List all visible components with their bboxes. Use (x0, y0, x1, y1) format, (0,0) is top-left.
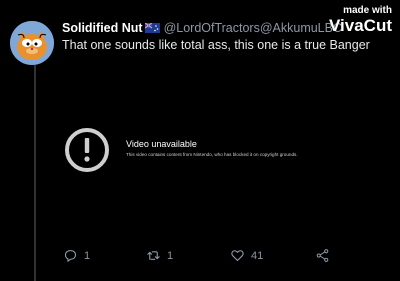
action-bar: 1 1 41 (0, 248, 400, 268)
reply-icon (64, 249, 77, 263)
share-button[interactable] (315, 248, 330, 263)
tweet-text: That one sounds like total ass, this one… (62, 38, 370, 52)
video-unavailable-message: This video contains content from Nintend… (126, 152, 298, 157)
watermark: made with VivaCut (329, 5, 392, 36)
watermark-brand: VivaCut (329, 16, 392, 35)
alert-icon (65, 128, 109, 172)
display-name[interactable]: Solidified Nut (62, 21, 143, 35)
retweet-count: 1 (167, 249, 174, 262)
retweet-button[interactable]: 1 (146, 248, 173, 263)
heart-icon (231, 250, 244, 262)
avatar[interactable] (10, 21, 54, 65)
share-icon (316, 249, 329, 262)
like-count: 41 (251, 249, 264, 262)
retweet-icon (147, 251, 160, 260)
reply-count: 1 (84, 249, 91, 262)
flag-icon (144, 23, 160, 33)
handle[interactable]: @LordOfTractors@AkkumuLBC (164, 21, 342, 35)
tweet-header: Solidified Nut @LordOfTractors@AkkumuLBC (62, 21, 342, 35)
video-unavailable-title: Video unavailable (126, 139, 197, 149)
like-button[interactable]: 41 (230, 248, 263, 263)
garfield-avatar-icon (10, 21, 54, 65)
reply-button[interactable]: 1 (63, 248, 90, 263)
watermark-top: made with (343, 5, 392, 16)
